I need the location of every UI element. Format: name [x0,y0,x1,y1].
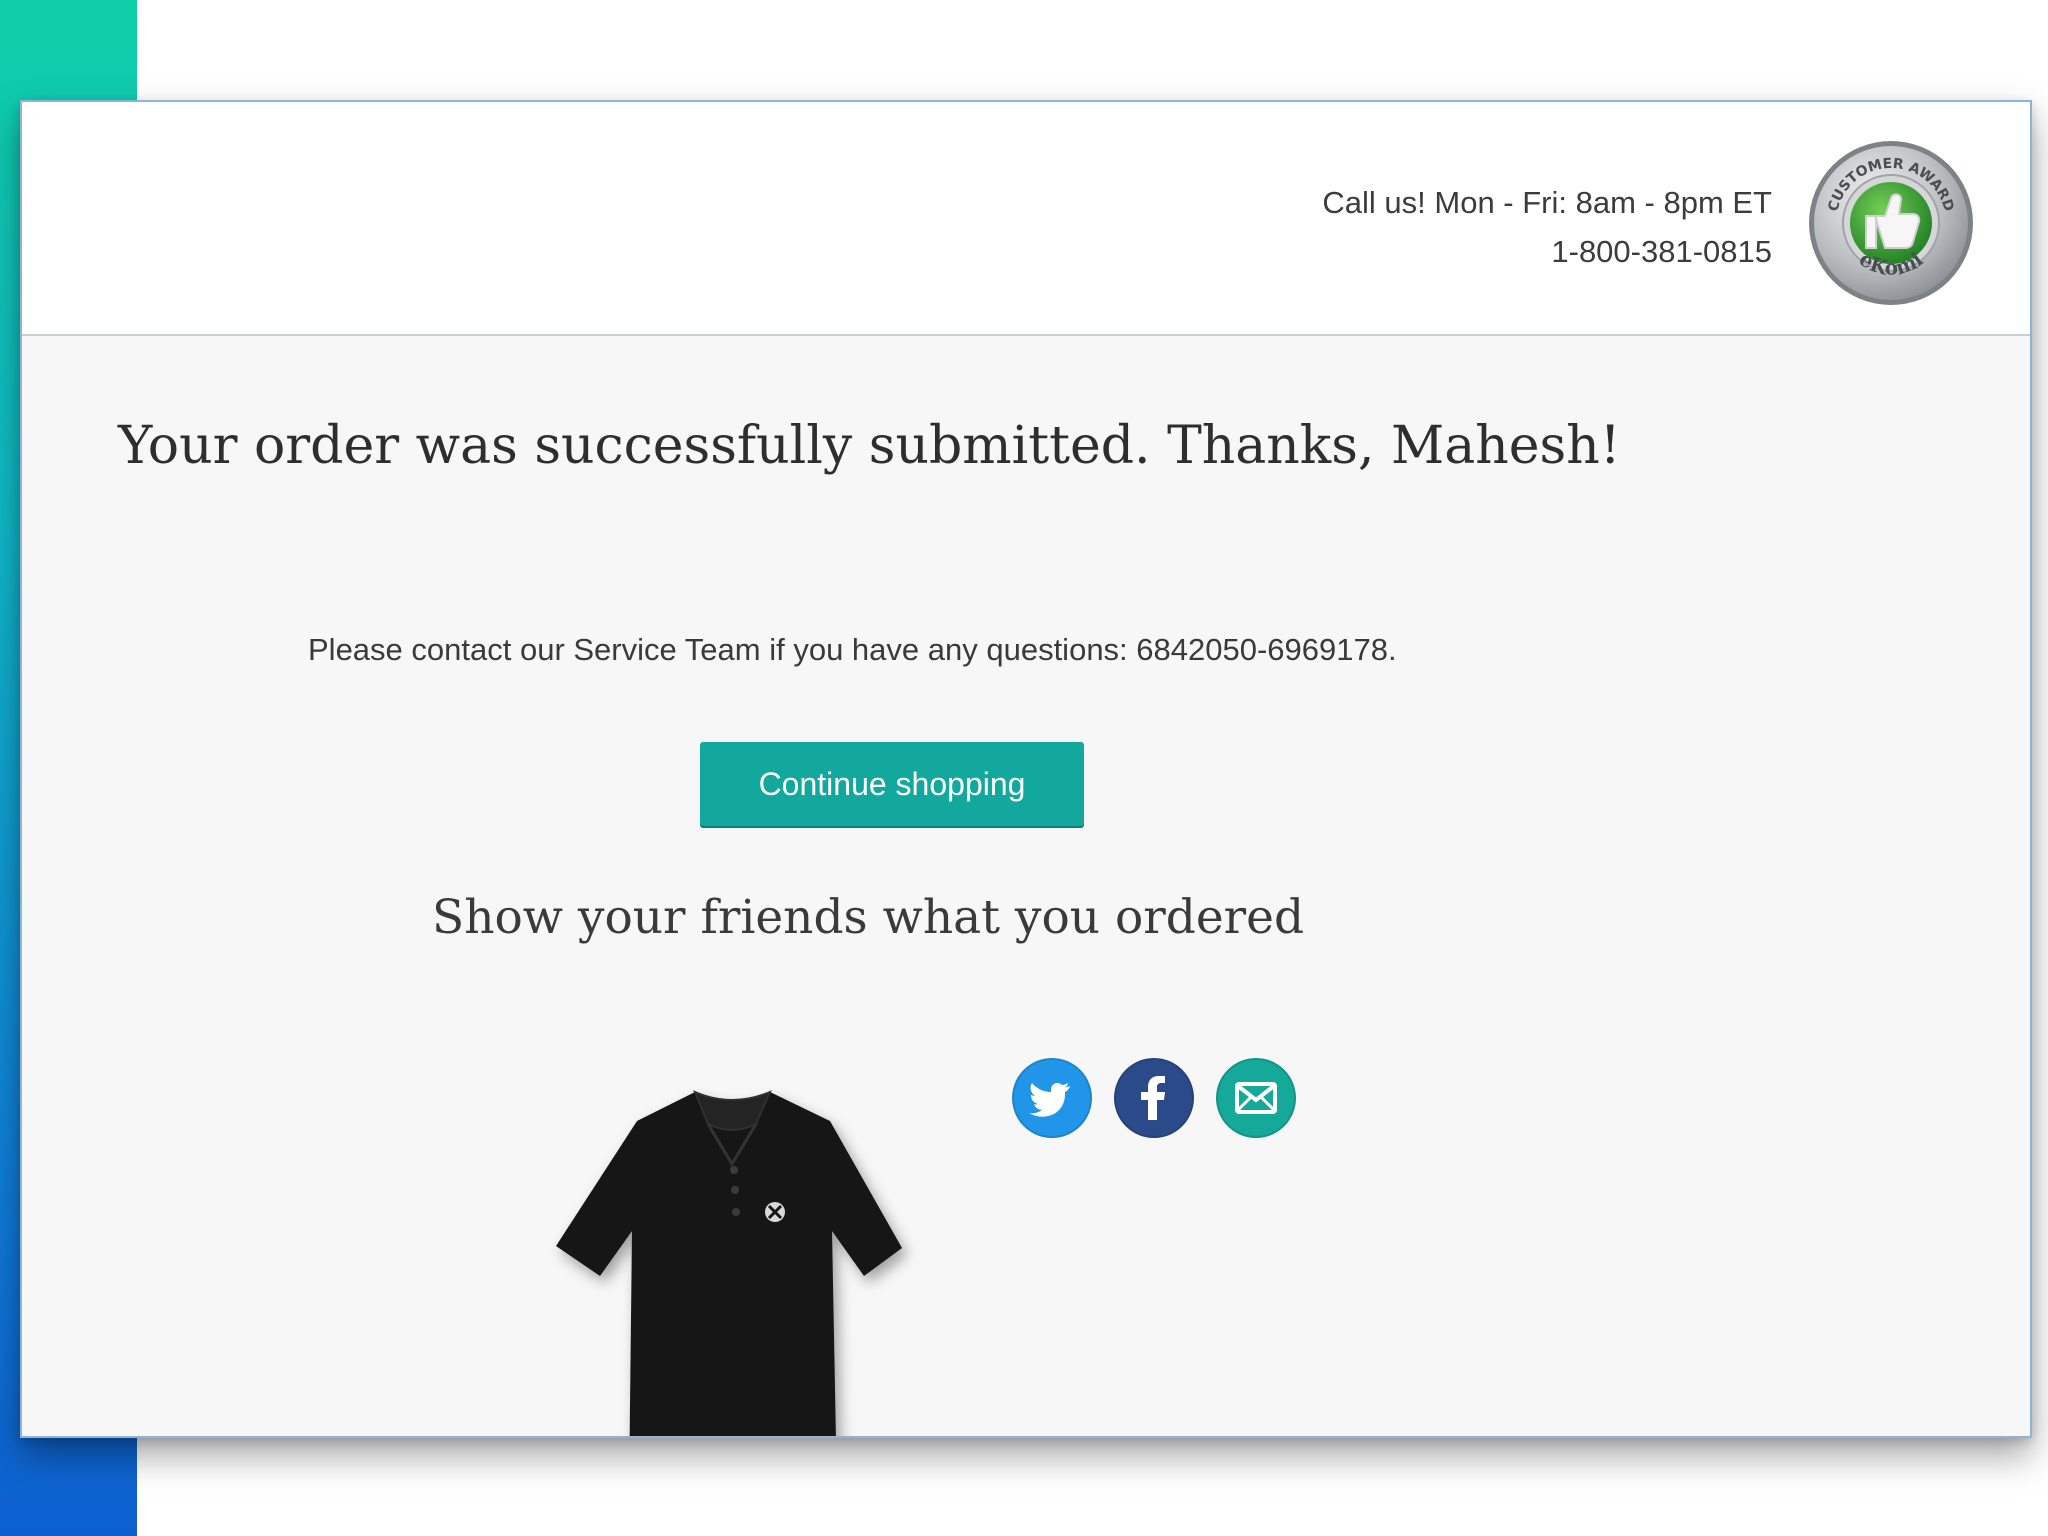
continue-shopping-button[interactable]: Continue shopping [700,742,1084,826]
phone-number[interactable]: 1-800-381-0815 [1322,227,1772,276]
ekomi-award-icon: CUSTOMER AWARD eKomi [1809,141,1973,305]
twitter-icon [1029,1082,1070,1117]
mail-share-button[interactable] [1216,1058,1296,1138]
share-buttons [1012,1048,1312,1148]
confirmation-window: Call us! Mon - Fri: 8am - 8pm ET 1-800-3… [20,100,2032,1438]
facebook-share-button[interactable] [1114,1058,1194,1138]
polo-shirt-image [556,1090,902,1436]
service-contact-note: Please contact our Service Team if you h… [308,632,1397,667]
call-hours: Call us! Mon - Fri: 8am - 8pm ET [1322,185,1772,220]
mail-icon [1235,1082,1277,1114]
twitter-share-button[interactable] [1012,1058,1092,1138]
customer-award-badge: CUSTOMER AWARD eKomi [1806,138,1976,308]
page-header: Call us! Mon - Fri: 8am - 8pm ET 1-800-3… [22,102,2030,336]
product-image[interactable] [512,1066,942,1436]
contact-info: Call us! Mon - Fri: 8am - 8pm ET 1-800-3… [1322,178,1772,276]
facebook-icon [1141,1076,1165,1120]
page-title: Your order was successfully submitted. T… [118,416,1621,476]
confirmation-content: Your order was successfully submitted. T… [22,336,2030,1436]
share-heading: Show your friends what you ordered [432,890,1305,945]
